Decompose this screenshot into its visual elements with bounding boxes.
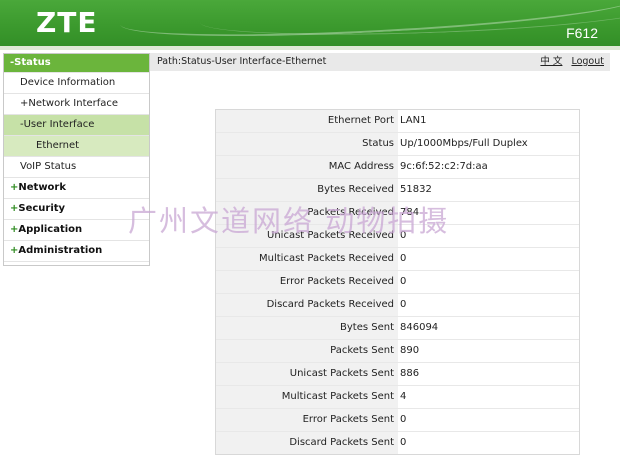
ethernet-status-table: Ethernet Port LAN1 Status Up/1000Mbps/Full…: [215, 109, 580, 455]
sidebar-item-label: Network: [18, 182, 67, 193]
row-label: Error Packets Sent: [216, 409, 398, 431]
sidebar-item-application[interactable]: +Application: [4, 220, 149, 241]
sidebar-item-device-information[interactable]: Device Information: [4, 73, 149, 94]
header-links: 中 文 Logout: [534, 53, 604, 71]
sidebar-item-label: Application: [18, 224, 83, 235]
breadcrumb: Path:Status-User Interface-Ethernet: [157, 56, 327, 67]
row-label: Bytes Received: [216, 179, 398, 201]
row-value: 0: [400, 230, 407, 241]
row-label: Ethernet Port: [216, 110, 398, 132]
row-value: 0: [400, 253, 407, 264]
row-value: 9c:6f:52:c2:7d:aa: [400, 161, 488, 172]
row-label: Bytes Sent: [216, 317, 398, 339]
row-value: Up/1000Mbps/Full Duplex: [400, 138, 528, 149]
model-label: F612: [566, 25, 598, 41]
header-underbar: [0, 46, 620, 50]
row-label: Packets Received: [216, 202, 398, 224]
table-row: Status Up/1000Mbps/Full Duplex: [216, 133, 579, 156]
row-label: Multicast Packets Sent: [216, 386, 398, 408]
table-row: Multicast Packets Sent 4: [216, 386, 579, 409]
row-label: Unicast Packets Received: [216, 225, 398, 247]
sidebar-item-label: Administration: [18, 245, 103, 256]
row-value: 890: [400, 345, 420, 356]
row-value: LAN1: [400, 115, 427, 126]
table-row: Discard Packets Sent 0: [216, 432, 579, 454]
sidebar-item-status[interactable]: -Status: [4, 54, 149, 73]
table-row: Packets Received 784: [216, 202, 579, 225]
row-value: 0: [400, 276, 407, 287]
path-bar: Path:Status-User Interface-Ethernet 中 文 …: [150, 53, 610, 71]
sidebar-item-user-interface[interactable]: -User Interface: [4, 115, 149, 136]
row-value: 784: [400, 207, 420, 218]
language-link[interactable]: 中 文: [540, 56, 562, 67]
table-row: Unicast Packets Received 0: [216, 225, 579, 248]
row-label: Multicast Packets Received: [216, 248, 398, 270]
table-row: Multicast Packets Received 0: [216, 248, 579, 271]
row-value: 0: [400, 437, 407, 448]
table-row: Bytes Received 51832: [216, 179, 579, 202]
row-value: 0: [400, 414, 407, 425]
row-label: Packets Sent: [216, 340, 398, 362]
table-row: Ethernet Port LAN1: [216, 110, 579, 133]
zte-logo: ZTE: [36, 6, 98, 39]
table-row: Error Packets Sent 0: [216, 409, 579, 432]
row-label: Discard Packets Sent: [216, 432, 398, 454]
table-row: MAC Address 9c:6f:52:c2:7d:aa: [216, 156, 579, 179]
sidebar: -Status Device Information +Network Inte…: [3, 53, 150, 266]
row-value: 4: [400, 391, 407, 402]
sidebar-item-label: Security: [18, 203, 66, 214]
logout-link[interactable]: Logout: [571, 56, 604, 67]
row-value: 51832: [400, 184, 432, 195]
table-row: Bytes Sent 846094: [216, 317, 579, 340]
row-label: Status: [216, 133, 398, 155]
row-value: 0: [400, 299, 407, 310]
sidebar-item-network[interactable]: +Network: [4, 178, 149, 199]
sidebar-item-network-interface[interactable]: +Network Interface: [4, 94, 149, 115]
row-label: MAC Address: [216, 156, 398, 178]
sidebar-item-security[interactable]: +Security: [4, 199, 149, 220]
row-value: 886: [400, 368, 420, 379]
row-label: Unicast Packets Sent: [216, 363, 398, 385]
sidebar-item-administration[interactable]: +Administration: [4, 241, 149, 262]
row-label: Error Packets Received: [216, 271, 398, 293]
sidebar-item-voip-status[interactable]: VoIP Status: [4, 157, 149, 178]
table-row: Unicast Packets Sent 886: [216, 363, 579, 386]
table-row: Packets Sent 890: [216, 340, 579, 363]
table-row: Error Packets Received 0: [216, 271, 579, 294]
table-row: Discard Packets Received 0: [216, 294, 579, 317]
row-value: 846094: [400, 322, 439, 333]
sidebar-item-ethernet[interactable]: Ethernet: [4, 136, 149, 157]
header-banner: ZTE F612: [0, 0, 620, 46]
row-label: Discard Packets Received: [216, 294, 398, 316]
